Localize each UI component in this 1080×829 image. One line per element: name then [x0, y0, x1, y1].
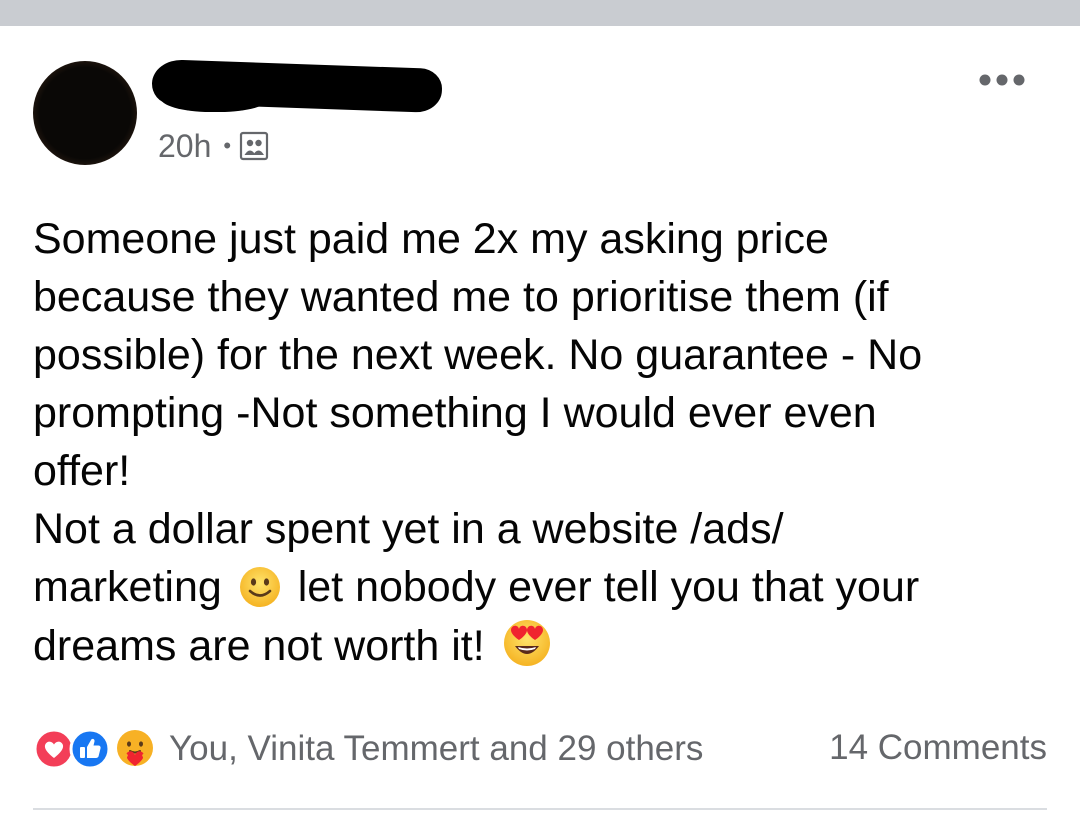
post-text-line: dreams are not worth it! — [33, 622, 485, 670]
smiling-face-emoji — [239, 567, 280, 607]
reaction-icons — [33, 728, 163, 770]
post-text-line: let nobody ever tell you that your — [297, 563, 920, 611]
post-text-line: prompting -Not something I would ever ev… — [33, 389, 877, 437]
reactions-summary-text: You, Vinita Temmert and 29 others — [169, 729, 704, 768]
friends-group-icon[interactable] — [239, 131, 269, 161]
more-options-icon — [979, 74, 1025, 86]
reactions-summary[interactable]: You, Vinita Temmert and 29 others — [33, 726, 703, 772]
avatar[interactable] — [33, 61, 137, 165]
post-text-line: Not a dollar spent yet in a website /ads… — [33, 505, 784, 553]
heart-eyes-emoji — [503, 620, 550, 666]
post-text-line: marketing — [33, 563, 222, 611]
author-name-redacted[interactable] — [151, 58, 443, 114]
post-text-line: because they wanted me to prioritise the… — [33, 273, 889, 321]
post-text-line: Someone just paid me 2x my asking price — [33, 215, 829, 263]
post-card: 20h • Someone just paid me 2x my asking … — [0, 26, 1080, 829]
care-reaction-icon — [117, 730, 153, 766]
post-text-line: possible) for the next week. No guarante… — [33, 331, 923, 379]
comments-count-link[interactable]: 14 Comments — [829, 728, 1047, 768]
post-meta: 20h • — [158, 126, 269, 166]
like-reaction-icon — [69, 728, 111, 770]
more-options-button[interactable] — [972, 62, 1032, 98]
post-text-line: offer! — [33, 447, 131, 495]
feed-background-band — [0, 0, 1080, 26]
meta-separator: • — [223, 133, 232, 158]
post-timestamp[interactable]: 20h — [158, 128, 211, 165]
action-bar-divider — [33, 808, 1047, 810]
post-body-text: Someone just paid me 2x my asking price … — [33, 210, 1043, 675]
